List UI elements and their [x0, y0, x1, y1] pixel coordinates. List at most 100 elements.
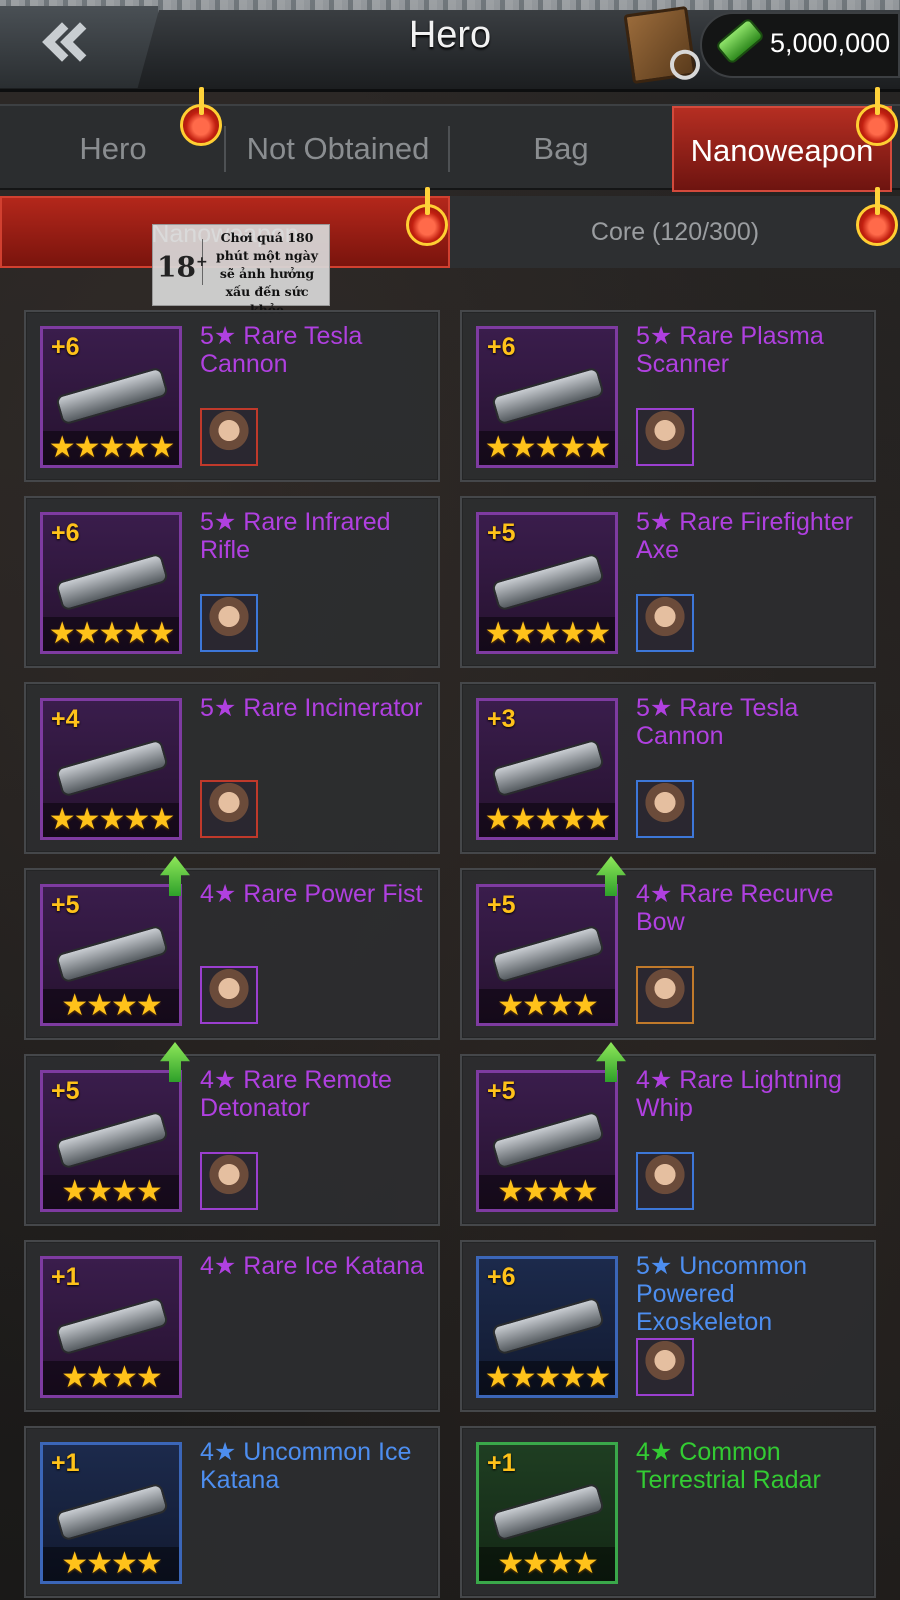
currency-display[interactable]: 5,000,000: [700, 12, 900, 78]
weapon-name: 4★ Rare Ice Katana: [200, 1252, 424, 1280]
sub-tabs: Nanoweapon Core (120/300): [0, 196, 900, 268]
enhance-level: +6: [487, 1263, 516, 1291]
star-rating: ★★★★★: [43, 617, 179, 651]
enhance-level: +3: [487, 705, 516, 733]
star-rating: ★★★★: [43, 1361, 179, 1395]
enhance-level: +5: [487, 891, 516, 919]
alert-icon: [180, 87, 222, 146]
star-rating: ★★★★: [43, 989, 179, 1023]
enhance-level: +5: [51, 891, 80, 919]
tab-bag[interactable]: Bag: [450, 106, 672, 192]
weapon-image: [490, 1482, 606, 1542]
star-rating: ★★★★★: [479, 1361, 615, 1395]
alert-icon: [406, 187, 448, 246]
weapon-thumbnail[interactable]: +6 ★★★★★: [40, 326, 182, 468]
weapon-thumbnail[interactable]: +1 ★★★★: [40, 1256, 182, 1398]
nanoweapon-card[interactable]: +1 ★★★★ 4★ Common Terrestrial Radar: [460, 1426, 876, 1598]
nanoweapon-card[interactable]: +6 ★★★★★ 5★ Rare Tesla Cannon: [24, 310, 440, 482]
nanoweapon-card[interactable]: +1 ★★★★ 4★ Rare Ice Katana: [24, 1240, 440, 1412]
weapon-thumbnail[interactable]: +5 ★★★★: [476, 884, 618, 1026]
enhance-level: +1: [51, 1263, 80, 1291]
age-rating-number: 18+: [157, 239, 208, 285]
nanoweapon-card[interactable]: +4 ★★★★★ 5★ Rare Incinerator: [24, 682, 440, 854]
weapon-name: 4★ Rare Lightning Whip: [636, 1066, 842, 1122]
currency-value: 5,000,000: [770, 28, 891, 58]
hero-avatar[interactable]: [200, 1152, 258, 1210]
green-battery-icon: [714, 16, 766, 66]
hero-avatar[interactable]: [200, 780, 258, 838]
tab-not-obtained[interactable]: Not Obtained: [226, 106, 450, 192]
nanoweapon-card[interactable]: +5 ★★★★ 4★ Rare Remote Detonator: [24, 1042, 440, 1226]
nanoweapon-card[interactable]: +5 ★★★★ 4★ Rare Power Fist: [24, 856, 440, 1040]
weapon-thumbnail[interactable]: +1 ★★★★: [476, 1442, 618, 1584]
age-rating-notice: 18+ Chơi quá 180 phút một ngày sẽ ảnh hư…: [152, 224, 330, 317]
weapon-thumbnail[interactable]: +3 ★★★★★: [476, 698, 618, 840]
hero-avatar[interactable]: [200, 966, 258, 1024]
star-rating: ★★★★★: [43, 803, 179, 837]
star-rating: ★★★★★: [479, 617, 615, 651]
weapon-image: [490, 366, 606, 426]
nanoweapon-card[interactable]: +1 ★★★★ 4★ Uncommon Ice Katana: [24, 1426, 440, 1598]
nanoweapon-card[interactable]: +5 ★★★★ 4★ Rare Lightning Whip: [460, 1042, 876, 1226]
hero-avatar[interactable]: [636, 780, 694, 838]
nanoweapon-card[interactable]: +6 ★★★★★ 5★ Rare Infrared Rifle: [24, 496, 440, 668]
hero-avatar[interactable]: [636, 1152, 694, 1210]
weapon-image: [54, 1482, 170, 1542]
star-rating: ★★★★: [479, 1175, 615, 1209]
age-rating-text: Chơi quá 180 phút một ngày sẽ ảnh hưởng …: [216, 230, 318, 317]
weapon-name: 5★ Rare Incinerator: [200, 694, 423, 722]
weapon-name: 4★ Common Terrestrial Radar: [636, 1438, 821, 1494]
weapon-name: 4★ Rare Remote Detonator: [200, 1066, 392, 1122]
back-button[interactable]: [0, 6, 160, 88]
enhance-level: +1: [487, 1449, 516, 1477]
weapon-thumbnail[interactable]: +5 ★★★★: [476, 1070, 618, 1212]
weapon-image: [54, 924, 170, 984]
hero-avatar[interactable]: [200, 594, 258, 652]
hero-avatar[interactable]: [636, 408, 694, 466]
weapon-thumbnail[interactable]: +4 ★★★★★: [40, 698, 182, 840]
hero-avatar[interactable]: [636, 1338, 694, 1396]
weapon-thumbnail[interactable]: +5 ★★★★: [40, 1070, 182, 1212]
weapon-thumbnail[interactable]: +6 ★★★★★: [40, 512, 182, 654]
weapon-thumbnail[interactable]: +5 ★★★★: [40, 884, 182, 1026]
star-rating: ★★★★★: [43, 431, 179, 465]
weapon-name: 5★ Rare Tesla Cannon: [636, 694, 799, 750]
nanoweapon-card[interactable]: +3 ★★★★★ 5★ Rare Tesla Cannon: [460, 682, 876, 854]
subtab-core[interactable]: Core (120/300): [450, 196, 900, 268]
weapon-name: 4★ Rare Power Fist: [200, 880, 423, 908]
weapon-image: [54, 1296, 170, 1356]
weapon-thumbnail[interactable]: +6 ★★★★★: [476, 1256, 618, 1398]
page-title: Hero: [408, 14, 492, 56]
weapon-image: [490, 1296, 606, 1356]
hero-avatar[interactable]: [636, 594, 694, 652]
weapon-image: [54, 366, 170, 426]
nanoweapon-card[interactable]: +6 ★★★★★ 5★ Uncommon Powered Exoskeleton: [460, 1240, 876, 1412]
weapon-image: [54, 738, 170, 798]
star-rating: ★★★★: [479, 989, 615, 1023]
main-tabs: Hero Not Obtained Bag Nanoweapon: [0, 104, 900, 192]
enhance-level: +6: [487, 333, 516, 361]
top-bar: Hero 5,000,000: [0, 0, 900, 92]
nanoweapon-card[interactable]: +5 ★★★★★ 5★ Rare Firefighter Axe: [460, 496, 876, 668]
enhance-level: +6: [51, 519, 80, 547]
weapon-name: 5★ Rare Firefighter Axe: [636, 508, 853, 564]
weapon-thumbnail[interactable]: +1 ★★★★: [40, 1442, 182, 1584]
star-rating: ★★★★★: [479, 803, 615, 837]
weapon-name: 5★ Rare Tesla Cannon: [200, 322, 363, 378]
enhance-level: +5: [487, 519, 516, 547]
weapon-name: 5★ Uncommon Powered Exoskeleton: [636, 1252, 808, 1336]
star-rating: ★★★★: [479, 1547, 615, 1581]
star-rating: ★★★★★: [479, 431, 615, 465]
weapon-thumbnail[interactable]: +6 ★★★★★: [476, 326, 618, 468]
hero-avatar[interactable]: [200, 408, 258, 466]
weapon-thumbnail[interactable]: +5 ★★★★★: [476, 512, 618, 654]
weapon-image: [54, 1110, 170, 1170]
weapon-name: 5★ Rare Infrared Rifle: [200, 508, 391, 564]
nanoweapon-card[interactable]: +6 ★★★★★ 5★ Rare Plasma Scanner: [460, 310, 876, 482]
hero-avatar[interactable]: [636, 966, 694, 1024]
nanoweapon-card[interactable]: +5 ★★★★ 4★ Rare Recurve Bow: [460, 856, 876, 1040]
weapon-image: [490, 1110, 606, 1170]
book-magnifier-icon[interactable]: [623, 5, 697, 85]
weapon-image: [54, 552, 170, 612]
weapon-name: 5★ Rare Plasma Scanner: [636, 322, 824, 378]
